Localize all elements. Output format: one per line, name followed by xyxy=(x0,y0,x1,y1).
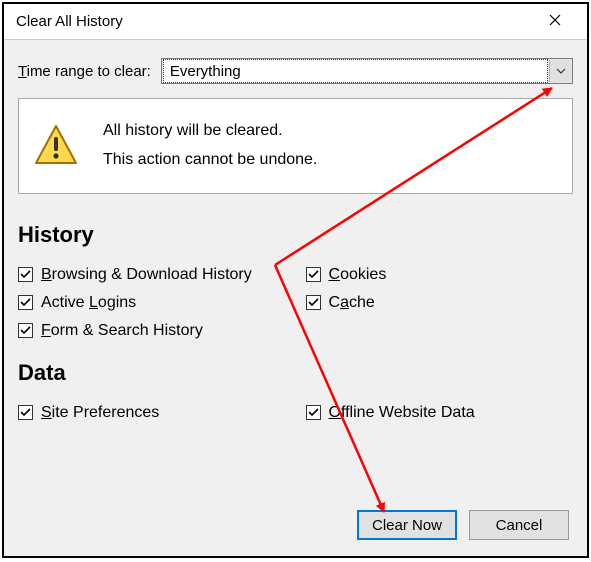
site-preferences-label: Site Preferences xyxy=(41,404,159,422)
offline-data-label: Offline Website Data xyxy=(329,404,475,422)
button-row: Clear Now Cancel xyxy=(357,510,569,540)
time-range-select[interactable]: Everything xyxy=(161,58,573,84)
data-checkboxes: Site Preferences Offline Website Data xyxy=(18,404,573,422)
clear-history-dialog: Clear All History Time range to clear: E… xyxy=(2,2,589,558)
checkbox-icon xyxy=(306,295,321,310)
checkbox-icon xyxy=(306,405,321,420)
close-icon xyxy=(549,13,561,31)
warning-icon xyxy=(33,123,79,169)
time-range-row: Time range to clear: Everything xyxy=(18,58,573,84)
titlebar: Clear All History xyxy=(4,4,587,40)
offline-data-checkbox[interactable]: Offline Website Data xyxy=(306,404,574,422)
warning-line-2: This action cannot be undone. xyxy=(103,146,317,175)
data-heading: Data xyxy=(18,360,573,386)
form-search-history-label: Form & Search History xyxy=(41,322,203,340)
cache-checkbox[interactable]: Cache xyxy=(306,294,574,312)
form-search-history-checkbox[interactable]: Form & Search History xyxy=(18,322,286,340)
chevron-down-icon xyxy=(549,60,571,82)
cache-label: Cache xyxy=(329,294,375,312)
checkbox-icon xyxy=(18,405,33,420)
active-logins-label: Active Logins xyxy=(41,294,136,312)
history-checkboxes: Browsing & Download History Active Login… xyxy=(18,266,573,340)
checkbox-icon xyxy=(306,267,321,282)
site-preferences-checkbox[interactable]: Site Preferences xyxy=(18,404,286,422)
checkbox-icon xyxy=(18,295,33,310)
warning-box: All history will be cleared. This action… xyxy=(18,98,573,194)
time-range-label: Time range to clear: xyxy=(18,63,151,80)
warning-text: All history will be cleared. This action… xyxy=(103,117,317,175)
cancel-button[interactable]: Cancel xyxy=(469,510,569,540)
dialog-content: Time range to clear: Everything All hist… xyxy=(4,40,587,556)
clear-now-button[interactable]: Clear Now xyxy=(357,510,457,540)
checkbox-icon xyxy=(18,323,33,338)
cookies-label: Cookies xyxy=(329,266,387,284)
cookies-checkbox[interactable]: Cookies xyxy=(306,266,574,284)
warning-line-1: All history will be cleared. xyxy=(103,117,317,146)
close-button[interactable] xyxy=(535,7,575,37)
browsing-history-checkbox[interactable]: Browsing & Download History xyxy=(18,266,286,284)
history-heading: History xyxy=(18,222,573,248)
browsing-history-label: Browsing & Download History xyxy=(41,266,252,284)
dialog-title: Clear All History xyxy=(16,13,123,30)
time-range-value: Everything xyxy=(163,59,548,83)
active-logins-checkbox[interactable]: Active Logins xyxy=(18,294,286,312)
checkbox-icon xyxy=(18,267,33,282)
